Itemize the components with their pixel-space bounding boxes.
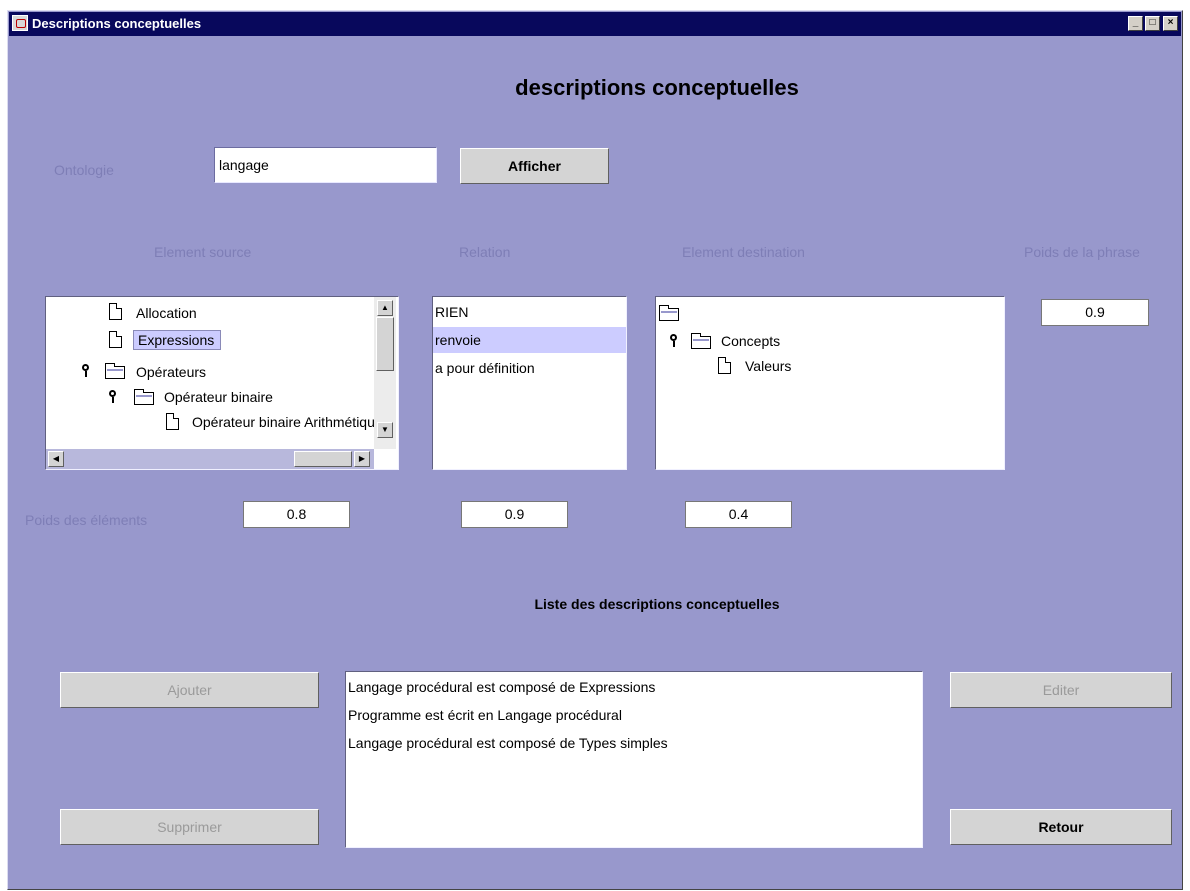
tree-item-concepts[interactable]: Concepts [670, 330, 870, 352]
source-tree[interactable]: Allocation Expressions Opérateurs Opérat… [45, 296, 399, 470]
main-window: Descriptions conceptuelles _ □ × descrip… [7, 10, 1183, 890]
tree-item-operateur-binaire[interactable]: Opérateur binaire [109, 386, 369, 408]
folder-icon [105, 363, 125, 379]
relation-item-rien[interactable]: RIEN [433, 299, 626, 325]
scroll-left-icon[interactable]: ◀ [48, 451, 64, 467]
list-item[interactable]: Langage procédural est composé de Expres… [346, 674, 922, 700]
window-title: Descriptions conceptuelles [32, 16, 202, 31]
scroll-thumb[interactable] [376, 317, 394, 371]
descriptions-list[interactable]: Langage procédural est composé de Expres… [345, 671, 923, 848]
source-tree-vscrollbar[interactable]: ▲ ▼ [374, 297, 396, 449]
show-button[interactable]: Afficher [460, 148, 609, 184]
sentence-weight-input[interactable]: 0.9 [1041, 299, 1149, 326]
destination-weight-input[interactable]: 0.4 [685, 501, 792, 528]
folder-icon [659, 305, 679, 321]
tree-item-operateur-binaire-arithmetique[interactable]: Opérateur binaire Arithmétique [166, 413, 374, 435]
source-column-label: Element source [154, 244, 252, 260]
element-weights-label: Poids des éléments [25, 512, 148, 528]
file-icon [109, 331, 122, 348]
add-button[interactable]: Ajouter [60, 672, 319, 708]
maximize-button[interactable]: □ [1145, 16, 1160, 31]
expand-handle-icon[interactable] [109, 390, 116, 403]
close-button[interactable]: × [1163, 16, 1178, 31]
back-button[interactable]: Retour [950, 809, 1172, 845]
tree-item-allocation[interactable]: Allocation [109, 303, 309, 325]
ontology-label: Ontologie [54, 162, 114, 178]
ontology-input[interactable]: langage [214, 147, 437, 183]
tree-item-expressions[interactable]: Expressions [109, 330, 309, 355]
relation-item-a-pour-definition[interactable]: a pour définition [433, 355, 626, 381]
expand-handle-icon[interactable] [670, 334, 677, 347]
folder-icon [691, 333, 711, 349]
relation-item-renvoie[interactable]: renvoie [433, 327, 626, 353]
tree-item-operateurs[interactable]: Opérateurs [82, 360, 342, 382]
scroll-right-icon[interactable]: ▶ [354, 451, 370, 467]
expand-handle-icon[interactable] [82, 364, 89, 377]
edit-button[interactable]: Editer [950, 672, 1172, 708]
source-weight-input[interactable]: 0.8 [243, 501, 350, 528]
relation-weight-input[interactable]: 0.9 [461, 501, 568, 528]
file-icon [109, 303, 122, 320]
list-title: Liste des descriptions conceptuelles [534, 596, 780, 612]
minimize-button[interactable]: _ [1128, 16, 1143, 31]
list-item[interactable]: Langage procédural est composé de Types … [346, 730, 922, 756]
destination-column-label: Element destination [682, 244, 805, 260]
folder-icon [134, 389, 154, 405]
source-tree-viewport: Allocation Expressions Opérateurs Opérat… [46, 297, 374, 449]
scroll-up-icon[interactable]: ▲ [377, 300, 393, 316]
relation-column-label: Relation [459, 244, 511, 260]
tree-root-node[interactable] [659, 305, 699, 323]
tree-item-valeurs[interactable]: Valeurs [718, 357, 918, 379]
delete-button[interactable]: Supprimer [60, 809, 319, 845]
page-heading: descriptions conceptuelles [515, 75, 799, 100]
sentence-weight-label: Poids de la phrase [1024, 244, 1140, 260]
file-icon [718, 357, 731, 374]
destination-tree[interactable]: Concepts Valeurs [655, 296, 1005, 470]
list-item[interactable]: Programme est écrit en Langage procédura… [346, 702, 922, 728]
scroll-down-icon[interactable]: ▼ [377, 422, 393, 438]
source-tree-hscrollbar[interactable]: ◀ ▶ [46, 449, 374, 469]
title-bar[interactable]: Descriptions conceptuelles _ □ × [9, 12, 1181, 36]
file-icon [166, 413, 179, 430]
relation-list[interactable]: RIEN renvoie a pour définition [432, 296, 627, 470]
app-icon [12, 15, 28, 31]
scroll-thumb[interactable] [294, 451, 352, 467]
